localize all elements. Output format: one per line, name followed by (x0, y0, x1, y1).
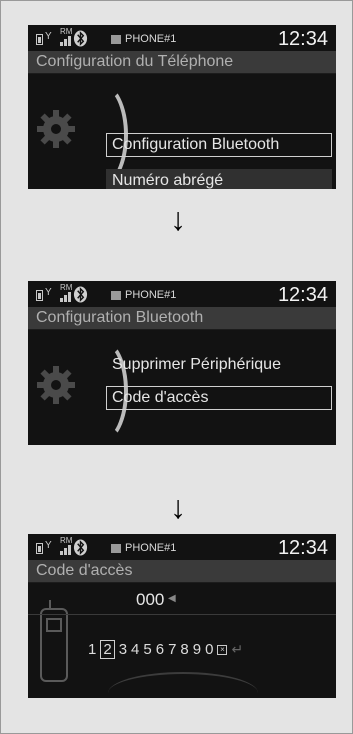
down-arrow-icon: ↓ (170, 201, 186, 237)
phone-name: PHONE#1 (125, 289, 177, 301)
bluetooth-settings-screen: Y RM PHONE#1 12:34 Configuration Bluetoo… (28, 281, 336, 445)
phone-icon (111, 291, 121, 300)
screen-title: Configuration Bluetooth (28, 307, 336, 330)
battery-icon (36, 543, 43, 554)
antenna-icon: Y (45, 540, 52, 551)
clock: 12:34 (277, 284, 328, 306)
battery-icon (36, 290, 43, 301)
clock: 12:34 (277, 28, 328, 50)
passcode-screen: Y RM PHONE#1 12:34 Code d'accès 000 ◀ 1 … (28, 534, 336, 698)
screen-title: Configuration du Téléphone (28, 51, 336, 74)
antenna-icon: Y (45, 31, 52, 42)
signal-strength-icon (53, 32, 71, 46)
digit-7[interactable]: 7 (168, 641, 176, 658)
clock: 12:34 (277, 537, 328, 559)
digit-2[interactable]: 2 (100, 640, 115, 659)
menu-item-speed-dial[interactable]: Numéro abrégé (106, 169, 332, 189)
gear-icon (37, 366, 75, 404)
phone-name: PHONE#1 (125, 33, 177, 45)
digit-9[interactable]: 9 (193, 641, 201, 658)
bluetooth-icon (73, 286, 88, 303)
digit-6[interactable]: 6 (156, 641, 164, 658)
battery-icon (36, 34, 43, 45)
cursor-left-icon: ◀ (168, 593, 176, 604)
status-bar: Y RM PHONE#1 12:34 (28, 534, 336, 560)
bluetooth-icon (73, 30, 88, 47)
digit-5[interactable]: 5 (143, 641, 151, 658)
digit-picker: 1 2 3 4 5 6 7 8 9 0 × ↵ (88, 640, 243, 659)
down-arrow-icon: ↓ (170, 489, 186, 525)
digit-3[interactable]: 3 (119, 641, 127, 658)
gear-icon (37, 110, 75, 148)
digit-0[interactable]: 0 (205, 641, 213, 658)
delete-icon[interactable]: × (217, 644, 228, 655)
digit-8[interactable]: 8 (180, 641, 188, 658)
status-bar: Y RM PHONE#1 12:34 (28, 25, 336, 51)
handset-icon (40, 600, 68, 682)
phone-settings-screen: Y RM PHONE#1 12:34 Configuration du Télé… (28, 25, 336, 189)
passcode-value: 000 (136, 590, 165, 609)
menu-item-delete-device[interactable]: Supprimer Périphérique (106, 353, 332, 377)
screen-title: Code d'accès (28, 560, 336, 583)
divider (28, 614, 336, 615)
digit-4[interactable]: 4 (131, 641, 139, 658)
antenna-icon: Y (45, 287, 52, 298)
phone-name: PHONE#1 (125, 542, 177, 554)
menu-item-bluetooth-setup[interactable]: Configuration Bluetooth (106, 133, 332, 157)
digit-1[interactable]: 1 (88, 641, 96, 658)
phone-icon (111, 35, 121, 44)
signal-strength-icon (53, 288, 71, 302)
status-bar: Y RM PHONE#1 12:34 (28, 281, 336, 307)
selector-arc (108, 672, 258, 698)
phone-icon (111, 544, 121, 553)
enter-icon[interactable]: ↵ (231, 641, 243, 658)
bluetooth-icon (73, 539, 88, 556)
menu-item-passcode[interactable]: Code d'accès (106, 386, 332, 410)
signal-strength-icon (53, 541, 71, 555)
